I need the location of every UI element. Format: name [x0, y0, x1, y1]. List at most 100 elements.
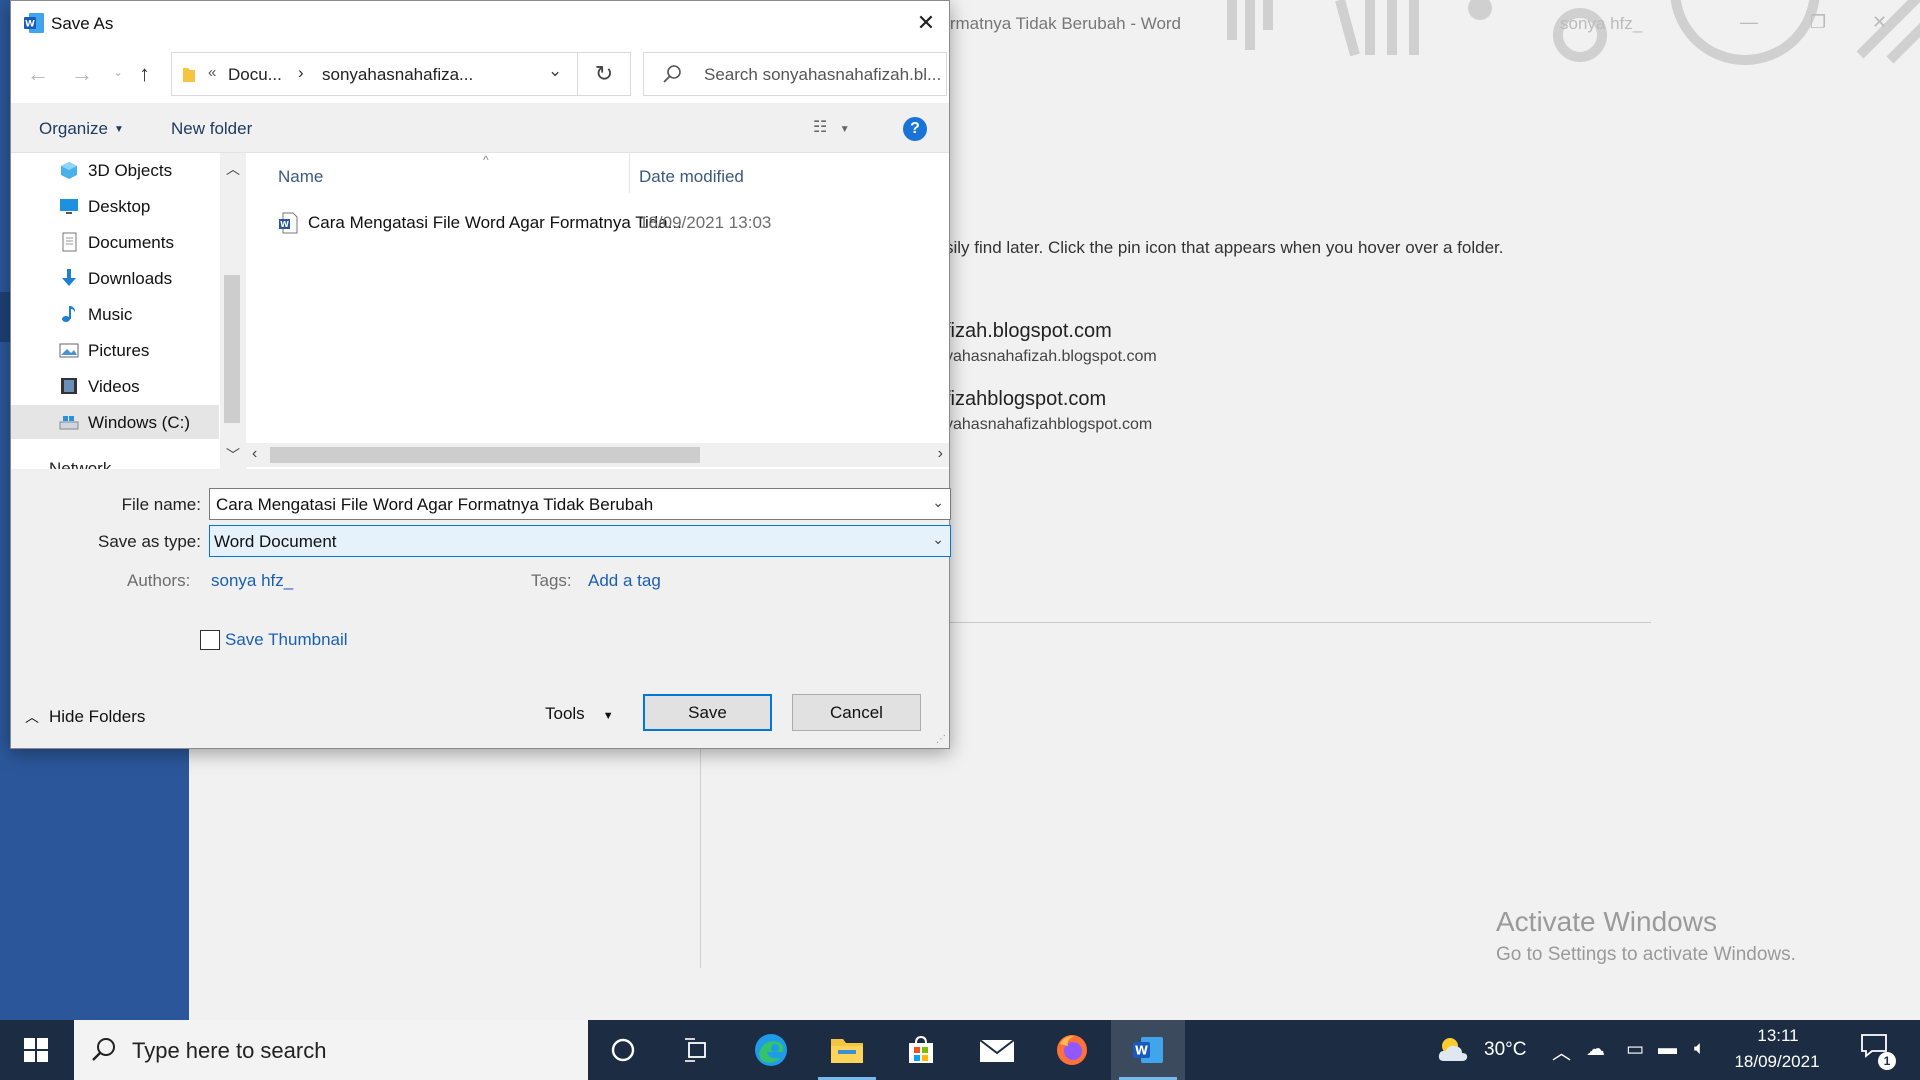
column-header-date-modified[interactable]: Date modified	[639, 167, 744, 187]
clock-date[interactable]: 18/09/2021	[1722, 1052, 1832, 1072]
tree-item-videos[interactable]: Videos	[11, 369, 219, 403]
tools-label: Tools	[545, 704, 585, 723]
column-divider[interactable]	[629, 153, 630, 193]
chevron-up-icon[interactable]: ︿	[1552, 1038, 1571, 1065]
address-segment-folder[interactable]: sonyahasnahafiza...	[322, 65, 473, 85]
address-separator[interactable]: ›	[298, 63, 304, 83]
task-view-icon[interactable]	[660, 1020, 734, 1080]
location-title[interactable]: fizahblogspot.com	[945, 388, 1106, 411]
tags-input[interactable]: Add a tag	[588, 571, 661, 591]
file-row[interactable]: W Cara Mengatasi File Word Agar Formatny…	[246, 205, 946, 239]
tools-button[interactable]: Tools ▼	[545, 704, 614, 724]
word-window-title: Formatnya Tidak Berubah - Word	[930, 14, 1182, 33]
pin-hint-text: sily find later. Click the pin icon that…	[945, 238, 1504, 257]
back-arrow-icon[interactable]: ←	[27, 61, 49, 87]
sort-indicator-icon: ^	[483, 153, 489, 167]
up-arrow-icon[interactable]: ↑	[139, 61, 150, 87]
chevron-right-icon[interactable]: ›	[938, 445, 943, 463]
new-folder-button[interactable]: New folder	[171, 119, 252, 139]
recent-locations-chevron-icon[interactable]: ⌄	[113, 65, 123, 79]
activate-windows-watermark: Activate Windows Go to Settings to activ…	[1496, 906, 1796, 966]
chevron-down-icon[interactable]: ⌄	[548, 61, 562, 81]
column-header-name[interactable]: Name	[278, 167, 323, 187]
drive-icon	[59, 416, 79, 430]
scrollbar-thumb[interactable]	[224, 275, 240, 423]
close-dialog-button[interactable]: ✕	[903, 1, 949, 45]
folder-tree-scrollbar[interactable]: ︿ ﹀	[220, 153, 244, 469]
word-icon[interactable]: W	[1111, 1020, 1185, 1080]
start-button[interactable]	[0, 1020, 72, 1080]
maximize-button[interactable]: ❐	[1810, 12, 1826, 33]
temperature[interactable]: 30°C	[1484, 1039, 1526, 1061]
file-date: 18/09/2021 13:03	[639, 213, 772, 232]
tree-item-3d-objects[interactable]: 3D Objects	[11, 153, 219, 187]
change-view-button[interactable]: ☷ ▼	[813, 117, 850, 137]
refresh-button[interactable]: ↻	[578, 52, 631, 96]
file-list-horizontal-scrollbar[interactable]: ‹ ›	[246, 443, 949, 467]
tree-item-downloads[interactable]: Downloads	[11, 261, 219, 295]
taskbar-search-box[interactable]: Type here to search	[74, 1020, 588, 1080]
file-name-field[interactable]: Cara Mengatasi File Word Agar Formatnya …	[209, 488, 951, 520]
cancel-button[interactable]: Cancel	[792, 694, 921, 731]
chevron-down-icon[interactable]: ⌄	[932, 531, 944, 548]
organize-button[interactable]: Organize ▼	[39, 119, 124, 139]
microsoft-store-icon[interactable]	[884, 1020, 958, 1080]
tree-item-pictures[interactable]: Pictures	[11, 333, 219, 367]
tree-item-label: Downloads	[88, 269, 173, 288]
close-window-button[interactable]: ✕	[1872, 12, 1887, 33]
tree-item-label: Music	[88, 305, 133, 324]
tree-item-desktop[interactable]: Desktop	[11, 189, 219, 223]
scrollbar-thumb[interactable]	[270, 447, 700, 463]
edge-icon[interactable]	[734, 1020, 808, 1080]
address-bar[interactable]: « Docu... › sonyahasnahafiza... ⌄	[171, 52, 578, 96]
close-icon: ✕	[916, 10, 936, 35]
battery-icon[interactable]: ▬	[1658, 1038, 1677, 1060]
word-logo-icon: W	[1133, 1037, 1163, 1063]
tree-item-music[interactable]: Music	[11, 297, 219, 331]
meet-now-icon[interactable]: ▭	[1626, 1038, 1644, 1061]
taskbar-search-placeholder: Type here to search	[132, 1038, 327, 1063]
music-note-icon	[62, 306, 76, 322]
hide-folders-button[interactable]: ︿ Hide Folders	[25, 707, 145, 727]
word-doc-icon: W	[279, 212, 298, 234]
caret-down-icon: ▼	[602, 710, 614, 722]
save-as-type-select[interactable]: Word Document ⌄	[209, 525, 951, 557]
help-button[interactable]: ?	[903, 117, 927, 141]
activate-subtitle: Go to Settings to activate Windows.	[1496, 944, 1796, 965]
save-thumbnail-label[interactable]: Save Thumbnail	[225, 630, 348, 650]
chevron-down-icon[interactable]: ⌄	[932, 494, 944, 511]
chevron-up-icon[interactable]: ︿	[226, 159, 240, 179]
save-thumbnail-checkbox[interactable]	[200, 630, 220, 650]
tree-item-label: Windows (C:)	[88, 413, 191, 432]
volume-icon[interactable]: 🔈︎	[1694, 1038, 1705, 1060]
address-overflow[interactable]: «	[208, 64, 216, 81]
location-title[interactable]: fizah.blogspot.com	[945, 320, 1112, 343]
chevron-down-icon[interactable]: ﹀	[226, 445, 240, 465]
tree-item-documents[interactable]: Documents	[11, 225, 219, 259]
cortana-icon[interactable]	[586, 1020, 660, 1080]
chevron-left-icon[interactable]: ‹	[252, 445, 257, 463]
onedrive-cloud-icon[interactable]: ☁	[1586, 1038, 1605, 1061]
authors-value[interactable]: sonya hfz_	[211, 571, 293, 591]
edge-logo-icon	[755, 1034, 787, 1066]
notification-count-badge: 1	[1878, 1052, 1896, 1070]
address-segment-documents[interactable]: Docu...	[228, 65, 282, 85]
search-input[interactable]: Search sonyahasnahafizah.bl...	[643, 52, 947, 96]
clock-time[interactable]: 13:11	[1738, 1026, 1818, 1046]
file-explorer-icon[interactable]	[810, 1020, 884, 1080]
firefox-icon[interactable]	[1035, 1020, 1109, 1080]
resize-grip-icon[interactable]: ⋰	[936, 734, 946, 745]
action-center-button[interactable]: 1	[1860, 1032, 1896, 1070]
minimize-button[interactable]: —	[1740, 12, 1758, 33]
forward-arrow-icon[interactable]: →	[71, 61, 93, 87]
mail-icon[interactable]	[960, 1020, 1034, 1080]
weather-cloud-icon[interactable]	[1436, 1034, 1470, 1064]
tree-item-network-partial[interactable]: Network	[49, 459, 111, 469]
download-arrow-icon	[62, 269, 76, 286]
tree-item-windows-c[interactable]: Windows (C:)	[11, 405, 219, 439]
dialog-title-bar: W Save As ✕	[11, 1, 949, 45]
svg-text:W: W	[1135, 1044, 1148, 1058]
tags-label: Tags:	[531, 571, 572, 590]
save-button[interactable]: Save	[643, 694, 772, 731]
tree-item-label: 3D Objects	[88, 161, 173, 180]
